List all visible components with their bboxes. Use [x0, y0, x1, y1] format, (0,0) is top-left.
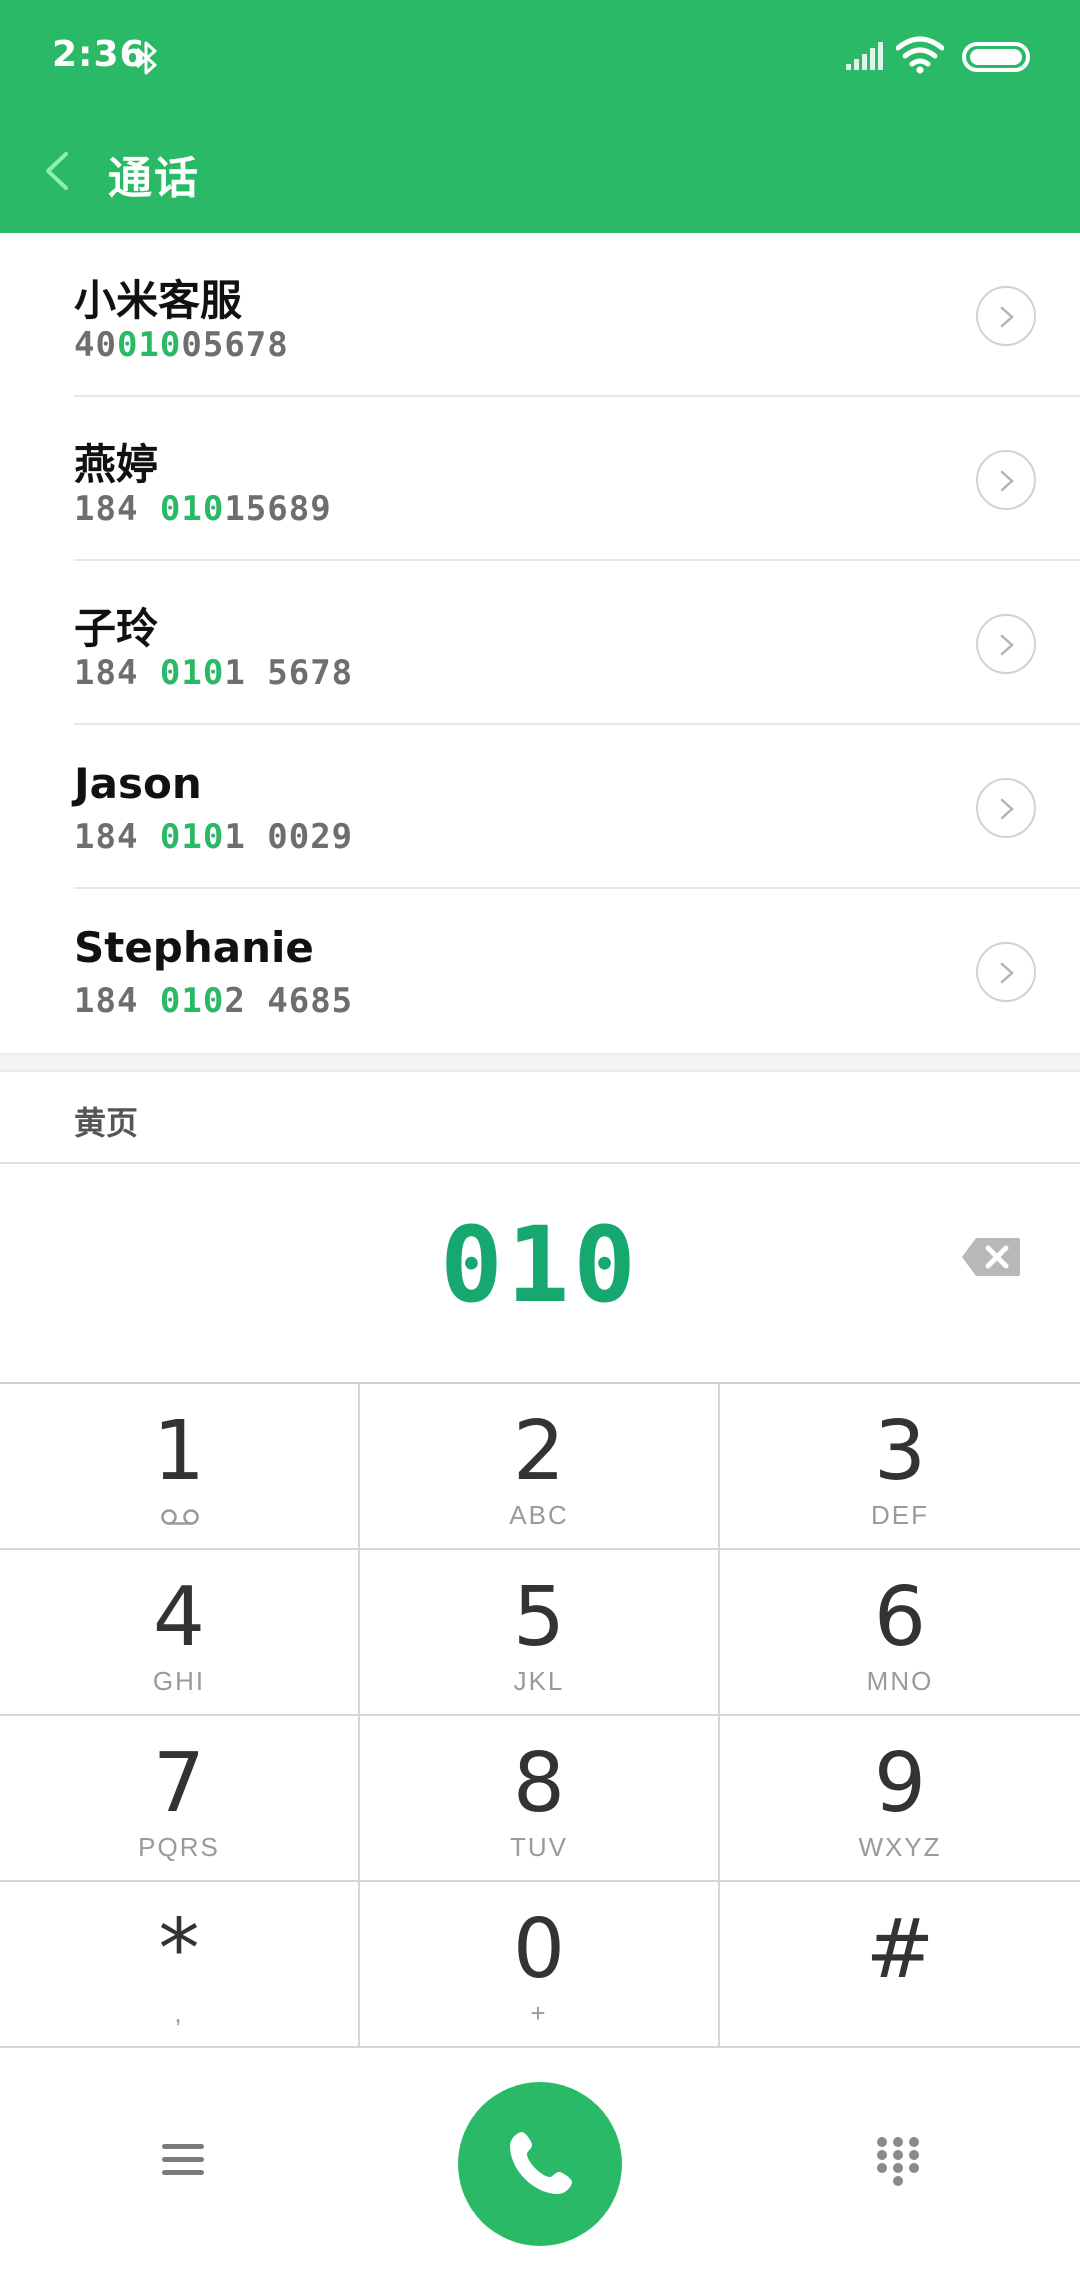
key-digit: 5	[512, 1570, 566, 1665]
contact-row[interactable]: 小米客服 4001005678	[0, 233, 1080, 397]
voicemail-icon	[160, 1508, 200, 1532]
contact-number: 184 0101 5678	[74, 653, 354, 693]
contact-name: 子玲	[74, 604, 159, 653]
contact-row[interactable]: Stephanie 184 0102 4685	[0, 889, 1080, 1053]
dialpad-toggle-button[interactable]	[876, 2136, 920, 2188]
contact-row[interactable]: 燕婷 184 01015689	[0, 397, 1080, 561]
contact-detail-button[interactable]	[976, 778, 1036, 838]
chevron-right-icon	[1000, 470, 1014, 492]
key-5[interactable]: 5 JKL	[360, 1550, 720, 1716]
key-0[interactable]: 0 +	[360, 1882, 720, 2048]
key-2[interactable]: 2 ABC	[360, 1384, 720, 1550]
contact-number: 184 0102 4685	[74, 981, 354, 1021]
contact-detail-button[interactable]	[976, 286, 1036, 346]
number-match-highlight: 010	[159, 817, 225, 857]
page-title: 通话	[108, 153, 200, 204]
key-1[interactable]: 1	[0, 1384, 360, 1550]
key-letters: GHI	[152, 1666, 206, 1696]
contact-number: 4001005678	[74, 325, 289, 365]
number-match-highlight: 010	[159, 981, 225, 1021]
key-4[interactable]: 4 GHI	[0, 1550, 360, 1716]
chevron-right-icon	[1000, 634, 1014, 656]
key-digit: #	[865, 1902, 935, 1997]
signal-icon	[846, 42, 884, 74]
key-letters: DEF	[871, 1500, 929, 1530]
contact-name: 燕婷	[74, 440, 159, 489]
dialpad-icon	[877, 2137, 919, 2186]
wifi-icon	[895, 36, 945, 78]
back-button[interactable]	[38, 146, 78, 196]
contact-name: 小米客服	[74, 276, 243, 325]
key-digit: 2	[512, 1404, 566, 1499]
section-divider	[0, 1053, 1080, 1072]
backspace-icon	[962, 1238, 1020, 1276]
number-match-highlight: 010	[159, 653, 225, 693]
key-7[interactable]: 7 PQRS	[0, 1716, 360, 1882]
number-match-highlight: 010	[116, 325, 182, 365]
contact-detail-button[interactable]	[976, 614, 1036, 674]
key-letters: JKL	[513, 1666, 565, 1696]
contact-list: 小米客服 4001005678 燕婷 184 01015689 子玲 184 0…	[0, 233, 1080, 1053]
key-digit: 4	[152, 1570, 206, 1665]
key-digit: 9	[873, 1736, 927, 1831]
key-digit: *	[158, 1902, 200, 1997]
key-letters: TUV	[510, 1832, 568, 1862]
key-digit: 3	[873, 1404, 927, 1499]
key-digit: 1	[152, 1404, 206, 1499]
contact-detail-button[interactable]	[976, 942, 1036, 1002]
contact-name: Stephanie	[74, 923, 314, 972]
key-hash[interactable]: #	[720, 1882, 1080, 2048]
menu-button[interactable]	[160, 2140, 206, 2180]
key-star[interactable]: * ,	[0, 1882, 360, 2048]
key-digit: 8	[512, 1736, 566, 1831]
contact-row[interactable]: 子玲 184 0101 5678	[0, 561, 1080, 725]
key-letters: +	[530, 1998, 548, 2028]
key-9[interactable]: 9 WXYZ	[720, 1716, 1080, 1882]
yellow-pages-entry[interactable]: 黄页	[0, 1072, 1080, 1164]
battery-icon	[962, 42, 1030, 72]
backspace-button[interactable]	[960, 1236, 1022, 1278]
key-3[interactable]: 3 DEF	[720, 1384, 1080, 1550]
dialed-number: 010	[440, 1204, 640, 1326]
key-8[interactable]: 8 TUV	[360, 1716, 720, 1882]
key-letters: MNO	[866, 1666, 934, 1696]
number-match-highlight: 010	[159, 489, 225, 529]
bluetooth-icon	[134, 38, 160, 82]
yellow-pages-label: 黄页	[74, 1104, 139, 1142]
dial-keypad: 1 2 ABC 3 DEF 4 GHI 5 JKL 6 MNO 7 PQRS 8…	[0, 1384, 1080, 2048]
contact-row[interactable]: Jason 184 0101 0029	[0, 725, 1080, 889]
chevron-left-icon	[46, 152, 68, 190]
contact-number: 184 0101 0029	[74, 817, 354, 857]
key-letters: ABC	[509, 1500, 569, 1530]
menu-icon	[162, 2144, 204, 2175]
header-bar: 2:36 通话	[0, 0, 1080, 233]
dial-display: 010	[0, 1164, 1080, 1384]
key-6[interactable]: 6 MNO	[720, 1550, 1080, 1716]
key-letters: ,	[174, 1998, 184, 2028]
contact-name: Jason	[74, 759, 202, 808]
chevron-right-icon	[1000, 798, 1014, 820]
key-digit: 6	[873, 1570, 927, 1665]
contact-number: 184 01015689	[74, 489, 332, 529]
key-digit: 0	[512, 1902, 566, 1997]
phone-icon	[510, 2132, 572, 2194]
key-letters: WXYZ	[858, 1832, 942, 1862]
key-digit: 7	[152, 1736, 206, 1831]
status-time: 2:36	[52, 34, 146, 75]
chevron-right-icon	[1000, 306, 1014, 328]
call-button[interactable]	[458, 2082, 622, 2246]
key-letters: PQRS	[138, 1832, 220, 1862]
chevron-right-icon	[1000, 962, 1014, 984]
bottom-action-bar	[0, 2048, 1080, 2280]
contact-detail-button[interactable]	[976, 450, 1036, 510]
